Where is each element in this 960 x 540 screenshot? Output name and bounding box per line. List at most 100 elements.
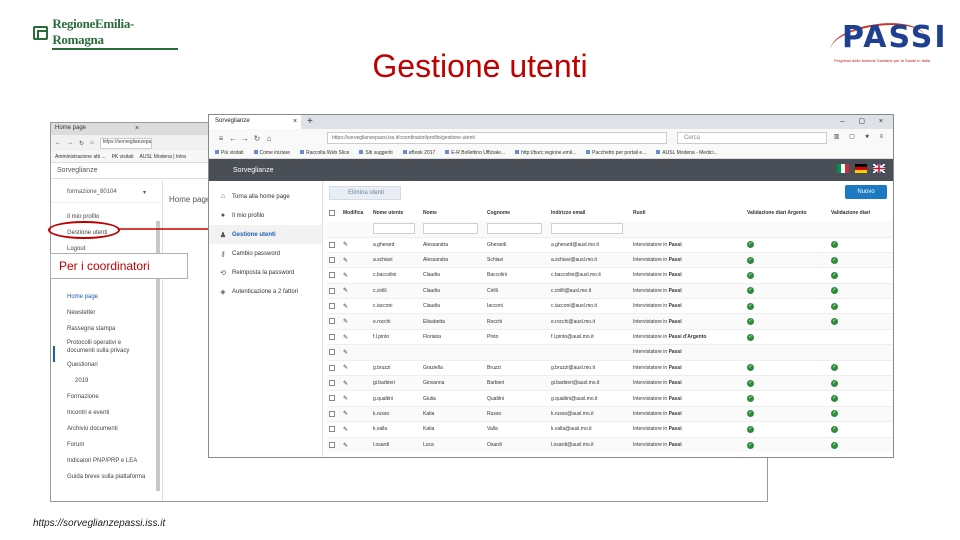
table-row[interactable]: ✎ k.russo Katia Russo k.russo@ausl.mo.it Inte… xyxy=(327,405,893,422)
column-header[interactable]: Cognome xyxy=(485,205,549,221)
table-row[interactable]: ✎ gi.barbieri Giovanna Barbieri gi.barbieri@… xyxy=(327,375,893,391)
table-row[interactable]: ✎ e.rocchi Elisabetta Rocchi e.rocchi@ausl.m… xyxy=(327,313,893,330)
back-bookmark[interactable]: PK visitati xyxy=(112,154,134,160)
filter-email-input[interactable] xyxy=(551,223,623,235)
back-nav-indicatori[interactable]: Indicatori PNP/PRP e LEA xyxy=(51,453,162,469)
row-checkbox[interactable] xyxy=(327,344,341,361)
back-nav-home[interactable]: Home page xyxy=(51,289,162,305)
column-header[interactable]: Validazione diari Argento xyxy=(745,205,829,221)
back-nav-rassegna[interactable]: Rassegna stampa xyxy=(51,321,162,337)
sidebar-item-cambio-password[interactable]: ⚷ Cambio password xyxy=(209,244,322,263)
table-row[interactable]: ✎ f.l.pinto Floriana Pinto f.l.pinto@ausl.mo… xyxy=(327,328,893,345)
checkbox-icon[interactable] xyxy=(329,410,335,417)
row-checkbox[interactable] xyxy=(327,298,341,314)
row-checkbox[interactable] xyxy=(327,421,341,438)
bookmark-item[interactable]: eBook 2017 xyxy=(403,150,436,156)
pencil-icon[interactable]: ✎ xyxy=(343,335,348,341)
table-row[interactable]: ✎ c.iacconi Claudia Iacconi c.iacconi@ausl.m… xyxy=(327,298,893,314)
pencil-icon[interactable]: ✎ xyxy=(343,350,348,356)
bookmark-item[interactable]: Pacchetto per portali e... xyxy=(586,150,646,156)
edit-cell[interactable]: ✎ xyxy=(341,344,371,361)
table-row[interactable]: ✎ a.gherard Alessandra Gherardi a.gherard@au… xyxy=(327,236,893,253)
search-input[interactable]: Cerca xyxy=(677,132,827,144)
bookmark-item[interactable]: Come iniziare xyxy=(254,150,291,156)
row-checkbox[interactable] xyxy=(327,375,341,391)
toolbar-icons[interactable]: ▥ ▢ ★ ≡ xyxy=(834,133,887,140)
pencil-icon[interactable]: ✎ xyxy=(343,381,348,387)
back-user-menu[interactable]: formazione_80104 ▾ xyxy=(51,181,162,203)
sidebar-item-profilo[interactable]: ● Il mio profilo xyxy=(209,206,322,225)
new-tab-icon[interactable]: + xyxy=(307,116,313,127)
checkbox-icon[interactable] xyxy=(329,395,335,402)
checkbox-icon[interactable] xyxy=(329,349,335,356)
table-row[interactable]: ✎ g.bruzzi Graziella Bruzzi g.bruzzi@ausl.mo… xyxy=(327,359,893,376)
pencil-icon[interactable]: ✎ xyxy=(343,365,348,371)
pencil-icon[interactable]: ✎ xyxy=(343,242,348,248)
row-checkbox[interactable] xyxy=(327,390,341,407)
home-icon[interactable]: ⌂ xyxy=(263,134,275,143)
back-nav-questionari[interactable]: Questionari xyxy=(51,357,162,373)
row-checkbox[interactable] xyxy=(327,359,341,376)
pencil-icon[interactable]: ✎ xyxy=(343,288,348,294)
row-checkbox[interactable] xyxy=(327,313,341,330)
back-nav-guida[interactable]: Guida breve sulla piattaforma xyxy=(51,469,162,485)
back-nav-incontri[interactable]: Incontri e eventi xyxy=(51,405,162,421)
back-tab-label[interactable]: Home page xyxy=(55,125,86,131)
edit-cell[interactable]: ✎ xyxy=(341,236,371,253)
edit-cell[interactable]: ✎ xyxy=(341,375,371,391)
row-checkbox[interactable] xyxy=(327,236,341,253)
sidebar-item-home[interactable]: ⌂ Torna alla home page xyxy=(209,187,322,206)
table-row[interactable]: ✎ c.cirilli Claudia Cirilli c.cirilli@ausl.m… xyxy=(327,282,893,299)
column-header[interactable]: Indirizzo email xyxy=(549,205,631,221)
table-row[interactable]: ✎ c.baccolini Claudia Baccolini c.baccolini@… xyxy=(327,267,893,284)
bookmark-item[interactable]: Più visitati xyxy=(215,150,244,156)
column-header[interactable]: Validazione diari xyxy=(829,205,893,221)
filter-cognome-input[interactable] xyxy=(487,223,543,235)
bookmark-item[interactable]: http://burc.regione.emil... xyxy=(515,150,576,156)
column-header[interactable]: Ruoli xyxy=(631,205,745,221)
pencil-icon[interactable]: ✎ xyxy=(343,273,348,279)
back-home-icon[interactable]: ⌂ xyxy=(90,140,94,146)
back-url-input[interactable]: https://sorveglianzepassi xyxy=(99,137,152,149)
checkbox-icon[interactable] xyxy=(329,272,335,279)
sidebar-item-gestione-utenti[interactable]: ♟ Gestione utenti xyxy=(209,225,322,244)
back-nav-2019[interactable]: 2019 xyxy=(51,373,162,389)
checkbox-icon[interactable] xyxy=(329,303,335,310)
pencil-icon[interactable]: ✎ xyxy=(343,304,348,310)
edit-cell[interactable]: ✎ xyxy=(341,436,371,453)
italian-flag-icon[interactable] xyxy=(837,164,849,173)
back-reload-icon[interactable]: ↻ xyxy=(79,140,84,147)
bookmark-item[interactable]: Siti suggeriti xyxy=(359,150,392,156)
table-row[interactable]: ✎ a.schiavi Alessandra Schiavi a.schiavi@aus… xyxy=(327,251,893,268)
edit-cell[interactable]: ✎ xyxy=(341,390,371,407)
row-checkbox[interactable] xyxy=(327,251,341,268)
back-nav-formazione[interactable]: Formazione xyxy=(51,389,162,405)
checkbox-icon[interactable] xyxy=(329,256,335,263)
front-tab-close-icon[interactable]: × xyxy=(293,118,297,125)
row-checkbox[interactable] xyxy=(327,405,341,422)
edit-cell[interactable]: ✎ xyxy=(341,421,371,438)
row-checkbox[interactable] xyxy=(327,267,341,284)
german-flag-icon[interactable] xyxy=(855,164,867,173)
back-nav-newsletter[interactable]: Newsletter xyxy=(51,305,162,321)
row-checkbox[interactable] xyxy=(327,282,341,299)
checkbox-icon[interactable] xyxy=(329,333,335,340)
back-tab-close-icon[interactable]: × xyxy=(135,125,139,132)
edit-cell[interactable]: ✎ xyxy=(341,405,371,422)
edit-cell[interactable]: ✎ xyxy=(341,328,371,345)
back-bookmark[interactable]: Amministrazione atti ... xyxy=(55,154,106,160)
edit-cell[interactable]: ✎ xyxy=(341,251,371,268)
row-checkbox[interactable] xyxy=(327,436,341,453)
table-row[interactable]: ✎ Intervistatore in Passi xyxy=(327,344,893,361)
edit-cell[interactable]: ✎ xyxy=(341,298,371,314)
column-header[interactable]: Nome xyxy=(421,205,485,221)
back-nav-forum[interactable]: Forum xyxy=(51,437,162,453)
uk-flag-icon[interactable] xyxy=(873,164,885,173)
back-nav-archivio[interactable]: Archivio documenti xyxy=(51,421,162,437)
pencil-icon[interactable]: ✎ xyxy=(343,411,348,417)
edit-cell[interactable]: ✎ xyxy=(341,313,371,330)
bookmark-item[interactable]: E-R Bollettino Ufficiale... xyxy=(445,150,505,156)
checkbox-icon[interactable] xyxy=(329,364,335,371)
edit-cell[interactable]: ✎ xyxy=(341,359,371,376)
pencil-icon[interactable]: ✎ xyxy=(343,258,348,264)
